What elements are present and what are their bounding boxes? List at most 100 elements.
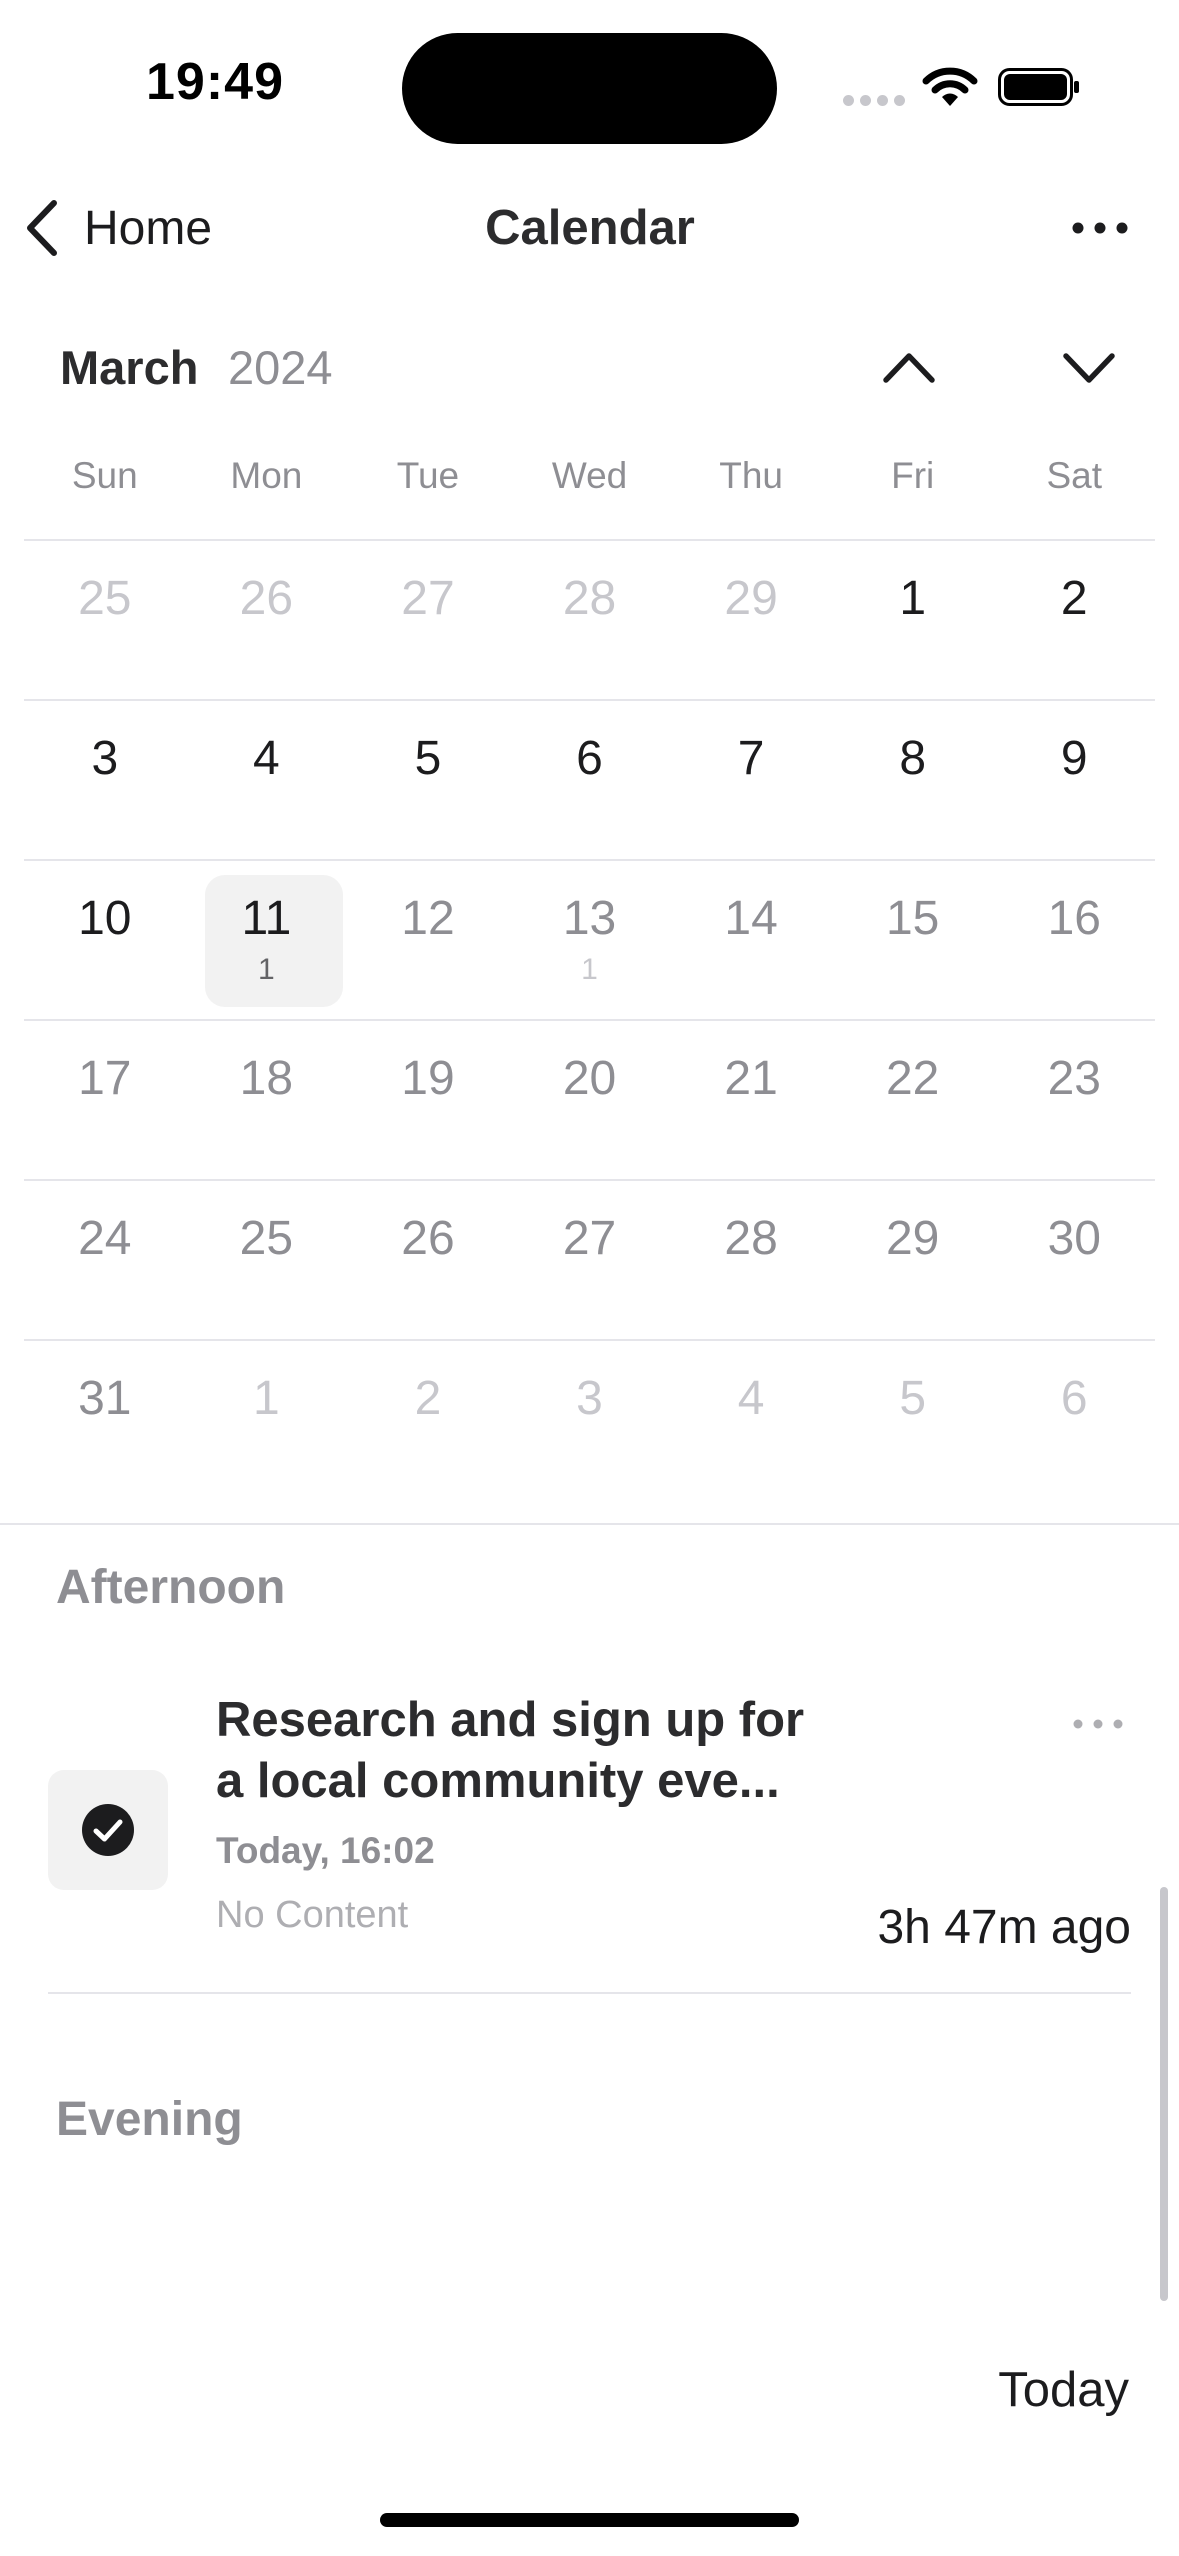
calendar-week-row: 25 26 27 28 29 1 2 <box>24 539 1155 699</box>
day-number: 17 <box>78 1052 132 1105</box>
calendar-day[interactable]: 1 <box>832 541 994 699</box>
calendar-day[interactable]: 25 <box>186 1181 348 1339</box>
task-title: Research and sign up for a local communi… <box>216 1690 856 1812</box>
calendar-day[interactable]: 2 <box>993 541 1155 699</box>
calendar-day[interactable]: 6 <box>993 1341 1155 1499</box>
day-number: 24 <box>78 1212 132 1265</box>
calendar-day[interactable]: 31 <box>24 1341 186 1499</box>
day-number: 7 <box>737 732 765 785</box>
day-number: 31 <box>78 1372 132 1425</box>
calendar-day[interactable]: 28 <box>670 1181 832 1339</box>
weekday-label: Fri <box>891 455 935 496</box>
calendar-day[interactable]: 4 <box>186 701 348 859</box>
calendar-day[interactable]: 26 <box>186 541 348 699</box>
calendar-day[interactable]: 14 <box>670 861 832 1019</box>
calendar-day[interactable]: 7 <box>670 701 832 859</box>
calendar-day[interactable]: 19 <box>347 1021 509 1179</box>
month-header: March 2024 <box>0 330 1179 410</box>
calendar-day[interactable]: 17 <box>24 1021 186 1179</box>
day-number: 3 <box>576 1372 603 1425</box>
calendar-day[interactable]: 21 <box>670 1021 832 1179</box>
calendar-day[interactable]: 27 <box>509 1181 671 1339</box>
calendar-screen: 19:49 Home Calendar March 2024 Sun Mon T… <box>0 0 1179 2556</box>
ellipsis-icon <box>1072 222 1128 234</box>
day-number: 10 <box>78 892 132 945</box>
weekday-label: Sun <box>71 455 138 496</box>
day-number: 15 <box>885 892 940 945</box>
task-item[interactable]: Research and sign up for a local communi… <box>48 1690 1131 1990</box>
day-number: 11 <box>241 892 292 945</box>
page-title: Calendar <box>485 201 695 255</box>
section-title-afternoon: Afternoon <box>56 1561 286 1614</box>
calendar-day[interactable]: 24 <box>24 1181 186 1339</box>
day-number: 26 <box>401 1212 455 1265</box>
calendar-day[interactable]: 27 <box>347 541 509 699</box>
calendar-day[interactable]: 28 <box>509 541 671 699</box>
task-more-button[interactable] <box>1070 1712 1126 1736</box>
chevron-up-icon <box>883 353 935 383</box>
calendar-day[interactable]: 26 <box>347 1181 509 1339</box>
more-options-button[interactable] <box>1060 195 1140 261</box>
calendar-day[interactable]: 30 <box>993 1181 1155 1339</box>
battery-icon <box>998 68 1079 106</box>
calendar-day[interactable]: 29 <box>670 541 832 699</box>
weekday-label: Sat <box>1046 455 1103 496</box>
calendar-day[interactable]: 5 <box>832 1341 994 1499</box>
navigation-bar: Home Calendar <box>0 175 1179 280</box>
task-checkbox[interactable] <box>48 1770 168 1890</box>
calendar-day[interactable]: 2 <box>347 1341 509 1499</box>
calendar-day[interactable]: 1 <box>186 1341 348 1499</box>
chevron-down-icon <box>1063 353 1115 383</box>
task-relative-time: 3h 47m ago <box>877 1901 1131 1954</box>
day-number: 5 <box>414 732 442 785</box>
weekday-label: Mon <box>230 455 303 496</box>
calendar-day[interactable]: 15 <box>832 861 994 1019</box>
calendar-day[interactable]: 12 <box>347 861 509 1019</box>
calendar-week-row: 10 11 1 12 13 1 14 15 16 <box>24 859 1155 1019</box>
calendar-day[interactable]: 29 <box>832 1181 994 1339</box>
calendar-day[interactable]: 5 <box>347 701 509 859</box>
wifi-icon <box>922 67 978 106</box>
calendar-day[interactable]: 25 <box>24 541 186 699</box>
calendar-day[interactable]: 3 <box>509 1341 671 1499</box>
day-number: 8 <box>899 732 927 785</box>
today-button[interactable]: Today <box>998 2362 1129 2418</box>
day-number: 9 <box>1060 732 1088 785</box>
section-title-evening: Evening <box>56 2093 243 2146</box>
calendar-week-row: 24 25 26 27 28 29 30 <box>24 1179 1155 1339</box>
next-month-button[interactable] <box>1056 338 1122 398</box>
calendar-day[interactable]: 20 <box>509 1021 671 1179</box>
day-number: 25 <box>78 572 132 625</box>
day-number: 28 <box>562 572 617 625</box>
calendar-day[interactable]: 4 <box>670 1341 832 1499</box>
calendar-week-row: 3 4 5 6 7 8 9 <box>24 699 1155 859</box>
day-number: 13 <box>562 892 617 945</box>
cellular-signal-icon <box>843 95 905 109</box>
dynamic-island <box>402 33 777 144</box>
scrollbar[interactable] <box>1160 1887 1168 2301</box>
calendar-day[interactable]: 3 <box>24 701 186 859</box>
calendar-day[interactable]: 9 <box>993 701 1155 859</box>
calendar-day[interactable]: 16 <box>993 861 1155 1019</box>
calendar-day[interactable]: 8 <box>832 701 994 859</box>
day-number: 29 <box>885 1212 940 1265</box>
status-bar: 19:49 <box>0 0 1179 175</box>
day-number: 4 <box>737 1372 765 1425</box>
calendar-day-today[interactable]: 11 1 <box>186 861 348 1019</box>
day-number: 4 <box>253 732 280 785</box>
day-number: 21 <box>724 1052 778 1105</box>
day-number: 1 <box>899 572 927 625</box>
previous-month-button[interactable] <box>876 338 942 398</box>
back-button[interactable]: Home <box>24 197 212 259</box>
calendar-day[interactable]: 18 <box>186 1021 348 1179</box>
day-number: 6 <box>1060 1372 1088 1425</box>
day-number: 19 <box>401 1052 455 1105</box>
calendar-day[interactable]: 6 <box>509 701 671 859</box>
calendar-day[interactable]: 22 <box>832 1021 994 1179</box>
calendar-day[interactable]: 13 1 <box>509 861 671 1019</box>
calendar-day[interactable]: 23 <box>993 1021 1155 1179</box>
day-number: 23 <box>1047 1052 1101 1105</box>
day-number: 30 <box>1047 1212 1101 1265</box>
calendar-day[interactable]: 10 <box>24 861 186 1019</box>
day-number: 14 <box>724 892 778 945</box>
